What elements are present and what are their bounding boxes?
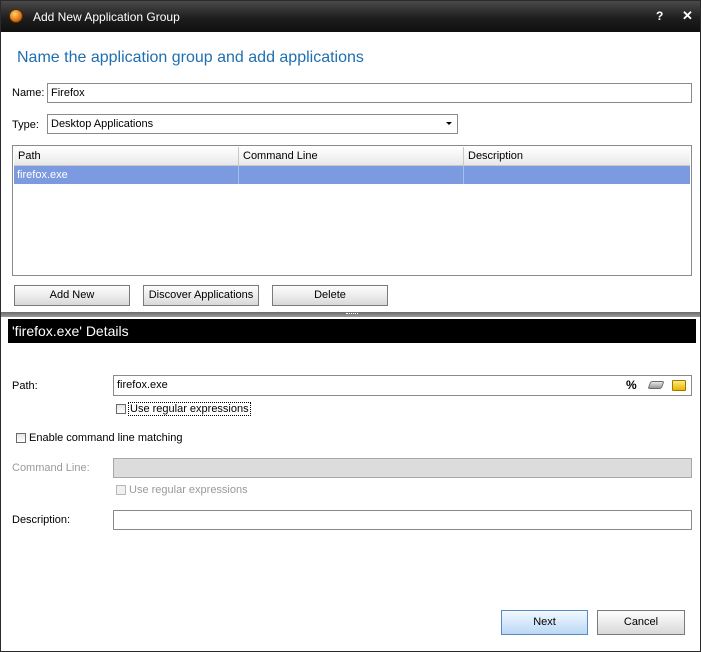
path-input[interactable]: firefox.exe %: [113, 375, 692, 396]
path-regex-label: Use regular expressions: [128, 402, 251, 416]
type-select[interactable]: Desktop Applications: [47, 114, 458, 134]
app-logo-icon: [9, 9, 23, 23]
path-input-value: firefox.exe: [117, 379, 168, 391]
cancel-button[interactable]: Cancel: [597, 610, 685, 635]
cell-command-line: [239, 166, 464, 184]
command-line-label: Command Line:: [12, 462, 90, 474]
chevron-down-icon: [446, 122, 452, 125]
path-regex-label-wrap: Use regular expressions: [128, 402, 251, 416]
description-input[interactable]: [113, 510, 692, 530]
type-select-value: Desktop Applications: [51, 118, 154, 130]
column-header-path[interactable]: Path: [14, 147, 239, 165]
window-title: Add New Application Group: [33, 10, 180, 24]
enable-cmd-matching-label: Enable command line matching: [29, 432, 183, 444]
cell-description: [464, 166, 690, 184]
name-input[interactable]: Firefox: [47, 83, 692, 103]
description-label: Description:: [12, 514, 71, 526]
type-label: Type:: [12, 119, 39, 131]
column-header-description[interactable]: Description: [464, 147, 690, 165]
name-label: Name:: [12, 87, 45, 99]
column-header-command-line[interactable]: Command Line: [239, 147, 464, 165]
details-header: 'firefox.exe' Details: [8, 319, 696, 343]
eraser-icon[interactable]: [647, 381, 665, 389]
grip-icon: [346, 313, 358, 316]
enable-cmd-matching-checkbox[interactable]: [16, 433, 26, 443]
close-button[interactable]: ✕: [682, 8, 693, 24]
delete-button[interactable]: Delete: [272, 285, 388, 306]
command-line-input[interactable]: [113, 458, 692, 478]
cmd-regex-checkbox[interactable]: [116, 485, 126, 495]
title-bar[interactable]: Add New Application Group ? ✕: [1, 1, 700, 32]
add-app-group-dialog: Add New Application Group ? ✕ Name the a…: [0, 0, 701, 652]
cmd-regex-label: Use regular expressions: [129, 484, 248, 496]
help-button[interactable]: ?: [656, 9, 663, 23]
applications-grid: Path Command Line Description firefox.ex…: [12, 145, 692, 276]
details-title: 'firefox.exe' Details: [12, 323, 129, 339]
table-row[interactable]: firefox.exe: [14, 166, 690, 184]
splitter-handle[interactable]: [1, 312, 700, 317]
add-new-button[interactable]: Add New: [14, 285, 130, 306]
folder-icon[interactable]: [672, 380, 686, 391]
next-button[interactable]: Next: [501, 610, 588, 635]
page-heading: Name the application group and add appli…: [17, 49, 364, 66]
grid-header: Path Command Line Description: [14, 147, 690, 166]
cell-path: firefox.exe: [14, 166, 239, 184]
discover-applications-button[interactable]: Discover Applications: [143, 285, 259, 306]
path-label: Path:: [12, 380, 38, 392]
percent-icon[interactable]: %: [626, 378, 637, 392]
path-regex-checkbox[interactable]: [116, 404, 126, 414]
